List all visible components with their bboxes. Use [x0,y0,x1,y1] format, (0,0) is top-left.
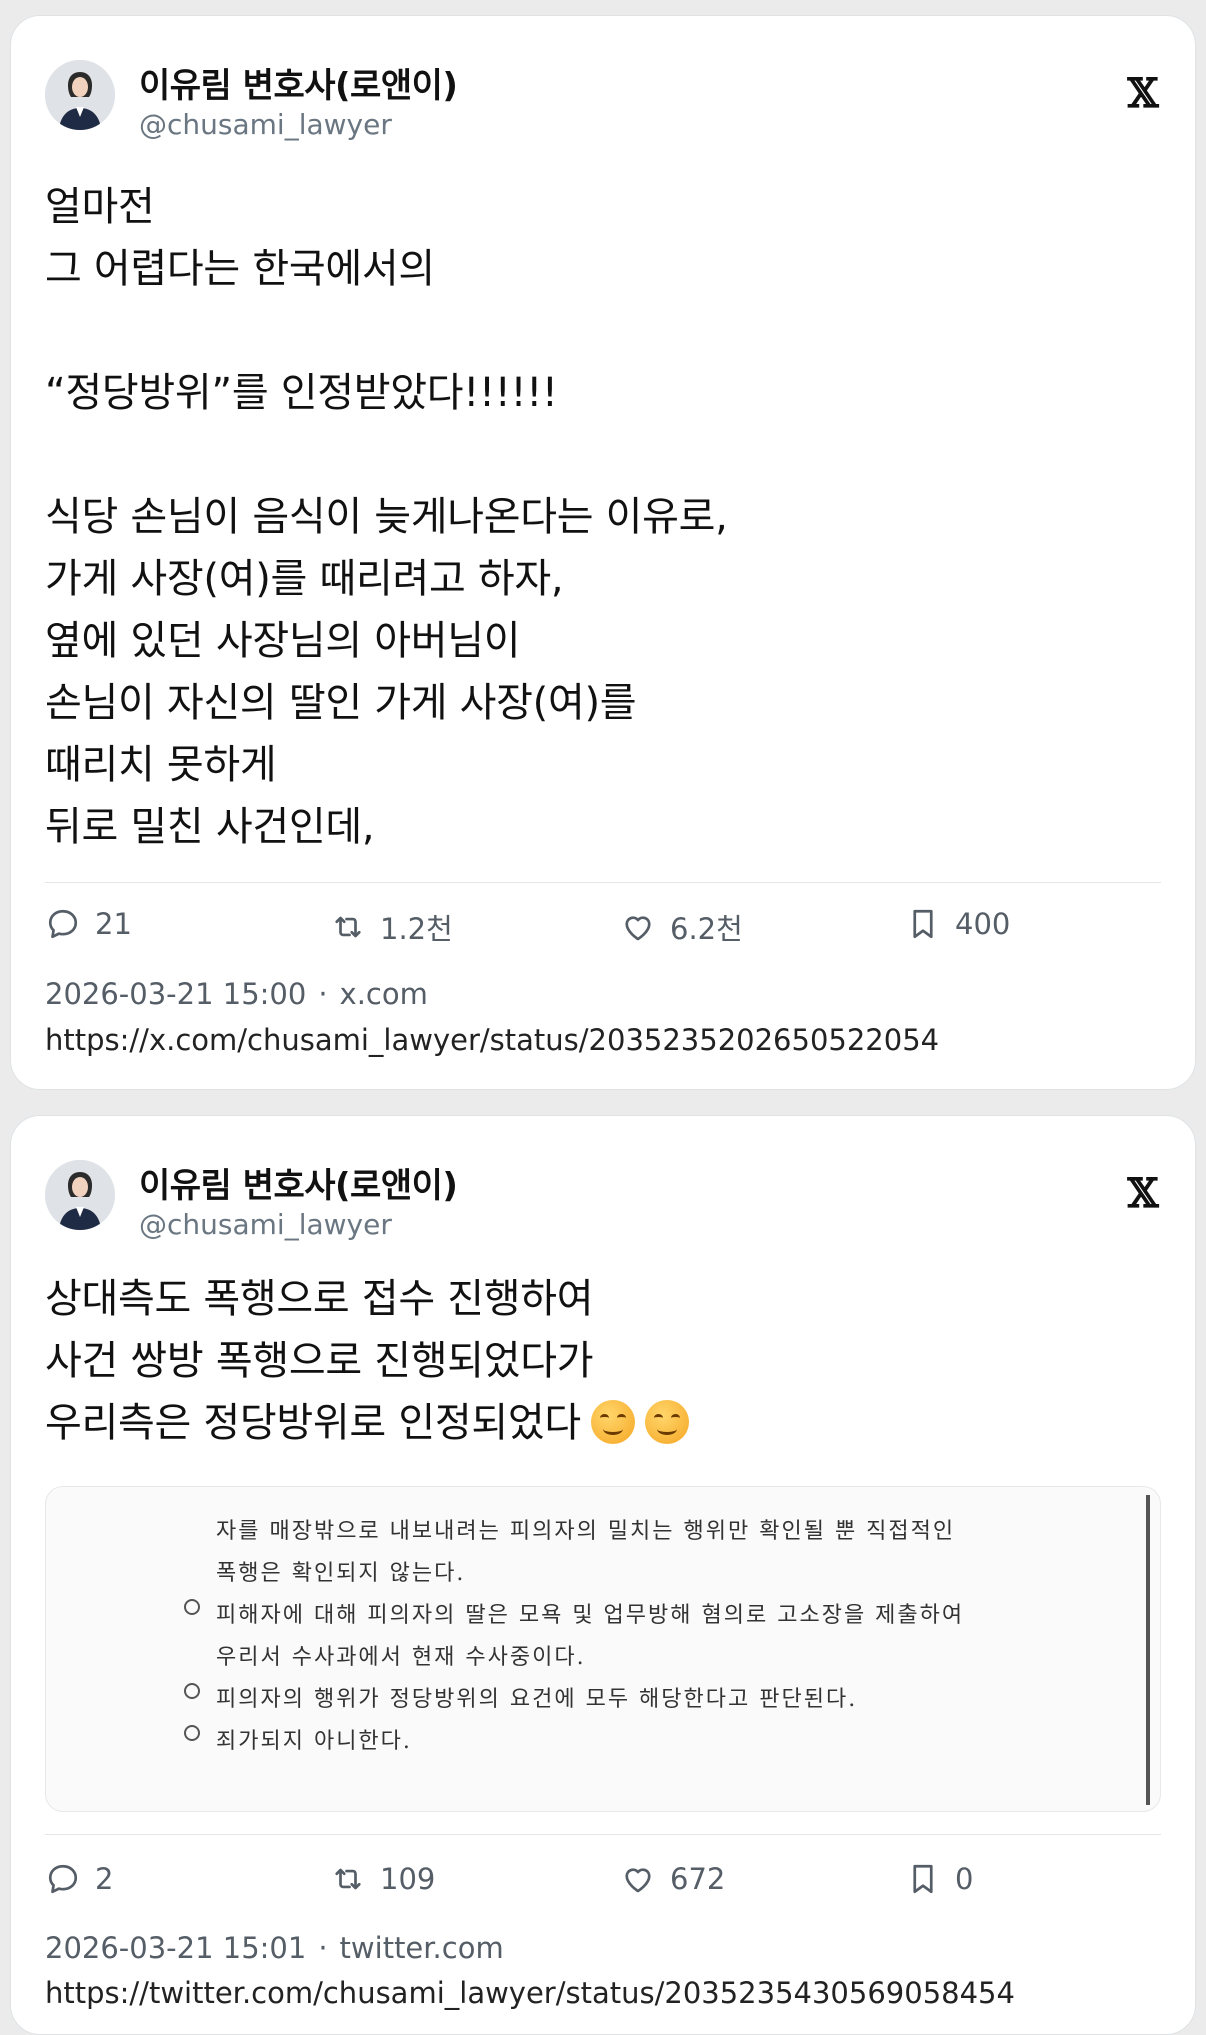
divider [45,1834,1161,1835]
attached-document-image[interactable]: 자를 매장밖으로 내보내려는 피의자의 밀치는 행위만 확인될 뿐 직접적인 폭… [45,1486,1161,1812]
tweet-url[interactable]: https://twitter.com/chusami_lawyer/statu… [45,1976,1015,2010]
tweet-actions: 2 109 672 0 [45,1861,1161,1911]
like-button[interactable]: 6.2천 [620,906,743,948]
tweet-text-content: 상대측도 폭행으로 접수 진행하여 사건 쌍방 폭행으로 진행되었다가 우리측은… [45,1276,594,1446]
bookmark-button[interactable]: 400 [905,906,1010,942]
profile-photo-icon [45,1160,115,1230]
profile-photo-icon [45,60,115,130]
bookmark-count: 400 [955,907,1011,941]
reply-button[interactable]: 21 [45,906,132,942]
tweet-text: 상대측도 폭행으로 접수 진행하여 사건 쌍방 폭행으로 진행되었다가 우리측은… [45,1268,689,1454]
repost-button[interactable]: 1.2천 [330,906,453,948]
document-line: 자를 매장밖으로 내보내려는 피의자의 밀치는 행위만 확인될 뿐 직접적인 [216,1519,956,1544]
document-line: 피해자에 대해 피의자의 딸은 모욕 및 업무방해 혐의로 고소장을 제출하여 [216,1603,965,1628]
author-name[interactable]: 이유림 변호사(로앤이) [139,58,458,107]
reply-icon [45,1861,81,1897]
reply-button[interactable]: 2 [45,1861,113,1897]
like-button[interactable]: 672 [620,1861,725,1897]
author-name[interactable]: 이유림 변호사(로앤이) [139,1158,458,1207]
tweet-actions: 21 1.2천 6.2천 400 [45,906,1161,956]
reply-icon [45,906,81,942]
bullet-circle-icon [184,1599,200,1615]
document-line: 폭행은 확인되지 않는다. [216,1561,466,1586]
source-domain[interactable]: x.com [340,977,428,1011]
tweet-meta: 2026-03-21 15:00 · x.com [45,977,428,1011]
repost-count: 109 [380,1862,436,1896]
document-line: 우리서 수사과에서 현재 수사중이다. [216,1645,586,1670]
tweet-card[interactable]: 이유림 변호사(로앤이) @chusami_lawyer 𝕏 상대측도 폭행으로… [10,1115,1196,2035]
x-logo-icon: 𝕏 [1127,1170,1159,1217]
document-line: 죄가되지 아니한다. [216,1729,412,1754]
x-logo-icon: 𝕏 [1127,70,1159,117]
avatar[interactable] [45,1160,115,1230]
bullet-circle-icon [184,1725,200,1741]
reply-count: 21 [95,907,132,941]
smiling-face-emoji [590,1400,635,1444]
heart-icon [620,909,656,945]
author-handle[interactable]: @chusami_lawyer [139,1208,392,1241]
smiling-face-emoji [644,1400,689,1444]
meta-separator: · [318,1931,328,1965]
avatar[interactable] [45,60,115,130]
timestamp[interactable]: 2026-03-21 15:00 [45,977,306,1011]
tweet-url[interactable]: https://x.com/chusami_lawyer/status/2035… [45,1023,939,1057]
heart-icon [620,1861,656,1897]
tweet-text: 얼마전 그 어렵다는 한국에서의 “정당방위”를 인정받았다!!!!!! 식당 … [45,184,728,850]
meta-separator: · [318,977,328,1011]
repost-count: 1.2천 [380,912,453,946]
bookmark-count: 0 [955,1862,974,1896]
reply-count: 2 [95,1862,114,1896]
retweet-icon [330,1861,366,1897]
timestamp[interactable]: 2026-03-21 15:01 [45,1931,306,1965]
bookmark-button[interactable]: 0 [905,1861,973,1897]
tweet-card[interactable]: 이유림 변호사(로앤이) @chusami_lawyer 𝕏 얼마전 그 어렵다… [10,15,1196,1090]
retweet-icon [330,909,366,945]
like-count: 6.2천 [670,912,743,946]
bullet-circle-icon [184,1683,200,1699]
divider [45,882,1161,883]
bookmark-icon [905,1861,941,1897]
bookmark-icon [905,906,941,942]
like-count: 672 [670,1862,726,1896]
repost-button[interactable]: 109 [330,1861,435,1897]
tweet-meta: 2026-03-21 15:01 · twitter.com [45,1931,504,1965]
document-line: 피의자의 행위가 정당방위의 요건에 모두 해당한다고 판단된다. [216,1687,858,1712]
author-handle[interactable]: @chusami_lawyer [139,108,392,141]
source-domain[interactable]: twitter.com [340,1931,504,1965]
